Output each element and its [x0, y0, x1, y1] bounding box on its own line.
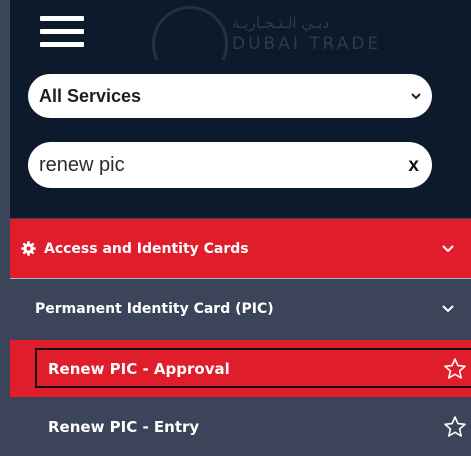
menu-subcategory-pic[interactable]: Permanent Identity Card (PIC) [10, 279, 471, 339]
app-frame: دبـي الـتـجـاريـة DUBAI TRADE All Servic… [10, 0, 471, 456]
hamburger-menu-icon[interactable] [40, 16, 84, 50]
menu-category-access-identity-cards[interactable]: Access and Identity Cards [10, 219, 471, 278]
search-input[interactable] [39, 152, 369, 178]
star-favorite-icon[interactable] [443, 357, 467, 381]
chevron-down-icon [442, 305, 454, 313]
search-panel: All Services x [10, 60, 471, 218]
chevron-down-icon [411, 93, 421, 100]
gear-icon [21, 241, 36, 256]
service-item-renew-pic-entry[interactable]: Renew PIC - Entry [10, 398, 471, 456]
logo-arabic-text: دبـي الـتـجـاريـة [232, 14, 330, 32]
service-item-renew-pic-approval[interactable]: Renew PIC - Approval [10, 340, 471, 397]
service-item-label: Renew PIC - Entry [48, 418, 200, 436]
service-item-label: Renew PIC - Approval [48, 359, 230, 378]
menu-subcategory-label: Permanent Identity Card (PIC) [35, 301, 274, 317]
star-favorite-icon[interactable] [443, 415, 467, 439]
clear-search-button[interactable]: x [408, 156, 419, 175]
chevron-down-icon [442, 244, 454, 252]
header: دبـي الـتـجـاريـة DUBAI TRADE [10, 0, 471, 82]
logo-latin-text: DUBAI TRADE [232, 34, 382, 54]
search-field: x [28, 142, 432, 188]
service-select[interactable]: All Services [28, 74, 432, 118]
service-select-value: All Services [39, 86, 142, 106]
menu-category-label: Access and Identity Cards [44, 240, 249, 257]
